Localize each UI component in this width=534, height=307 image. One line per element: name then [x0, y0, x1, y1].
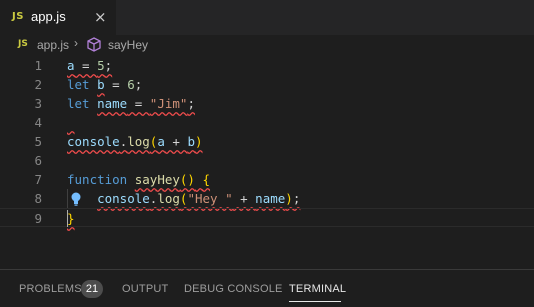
tab-terminal[interactable]: TERMINAL	[289, 283, 346, 295]
line-number: 6	[34, 153, 42, 168]
code-token: =	[104, 77, 128, 92]
code-token: a	[157, 134, 165, 149]
active-tab-indicator	[289, 301, 341, 302]
javascript-file-icon: JS	[18, 39, 28, 49]
tab-problems[interactable]: PROBLEMS	[19, 283, 82, 295]
code-token: name	[255, 191, 286, 206]
line-number: 5	[34, 134, 42, 149]
code-token: )	[194, 134, 203, 149]
code-token: log	[157, 191, 180, 206]
code-editor[interactable]: 1 a = 5; 2 let b = 6; 3 let name = "Jim"; 4 5 c…	[0, 56, 534, 236]
code-token: ()	[179, 172, 195, 187]
code-token: ;	[187, 96, 195, 111]
code-token: log	[127, 134, 150, 149]
code-token: 6	[127, 77, 135, 92]
code-line[interactable]: 3 let name = "Jim";	[0, 94, 534, 113]
code-token: ;	[292, 191, 301, 206]
code-token: =	[127, 96, 150, 111]
code-line[interactable]: 1 a = 5;	[0, 56, 534, 75]
code-text: let name = "Jim";	[67, 94, 195, 113]
line-number: 9	[34, 211, 42, 226]
code-token: {	[202, 172, 211, 187]
line-number: 1	[34, 58, 42, 73]
code-text: function sayHey() {	[67, 170, 210, 189]
code-token: =	[74, 58, 98, 73]
code-token: console	[67, 134, 120, 149]
code-token: 5	[97, 58, 105, 73]
code-token: console	[97, 191, 150, 206]
code-text	[67, 113, 75, 132]
text-cursor	[67, 210, 68, 227]
code-token: +	[164, 134, 188, 149]
breadcrumb: JS app.js › sayHey	[0, 35, 534, 55]
code-line[interactable]: 7 function sayHey() {	[0, 170, 534, 189]
problems-count-badge: 21	[81, 280, 103, 298]
tab-output[interactable]: OUTPUT	[122, 283, 168, 295]
javascript-file-icon: JS	[12, 11, 24, 22]
panel-tab-bar: PROBLEMS 21 OUTPUT DEBUG CONSOLE TERMINA…	[0, 269, 534, 307]
code-line[interactable]: 8 console.log("Hey " + name);	[0, 189, 534, 208]
code-token: a	[67, 58, 75, 73]
code-text: let b = 6;	[67, 75, 142, 94]
code-token: "Jim"	[149, 96, 188, 111]
line-number: 8	[34, 191, 42, 206]
code-token: sayHey	[134, 172, 180, 187]
code-token: name	[97, 96, 128, 111]
code-token: )	[285, 191, 293, 206]
code-token: ;	[104, 58, 113, 73]
line-number: 3	[34, 96, 42, 111]
code-token: b	[187, 134, 195, 149]
code-line[interactable]: 5 console.log(a + b)	[0, 132, 534, 151]
code-text: console.log("Hey " + name);	[67, 189, 300, 208]
breadcrumb-function[interactable]: sayHey	[108, 38, 148, 52]
indent-guide	[67, 189, 68, 208]
editor-tab-bar: JS app.js ×	[0, 0, 534, 35]
code-token: b	[97, 77, 105, 92]
code-line[interactable]: 6	[0, 151, 534, 170]
error-marker	[67, 115, 75, 130]
tab-app-js[interactable]: JS app.js ×	[0, 0, 117, 35]
code-text: console.log(a + b)	[67, 132, 203, 151]
code-line[interactable]: 2 let b = 6;	[0, 75, 534, 94]
code-token: let	[67, 96, 90, 111]
code-token: "Hey "	[187, 191, 233, 206]
breadcrumb-file[interactable]: app.js	[37, 38, 69, 52]
lightbulb-icon[interactable]	[70, 191, 84, 207]
code-token: let	[67, 77, 90, 92]
line-number: 4	[34, 115, 42, 130]
code-line[interactable]: 9}	[0, 208, 534, 227]
code-token: }	[67, 211, 75, 226]
tab-title: app.js	[31, 9, 66, 24]
code-line[interactable]: 4	[0, 113, 534, 132]
chevron-right-icon: ›	[74, 36, 78, 50]
tab-debug-console[interactable]: DEBUG CONSOLE	[184, 283, 283, 295]
code-token: +	[232, 191, 256, 206]
code-token: ;	[134, 77, 143, 92]
close-icon[interactable]: ×	[94, 8, 107, 26]
line-number: 2	[34, 77, 42, 92]
code-text: }	[67, 209, 75, 228]
cube-icon	[87, 37, 101, 55]
line-number: 7	[34, 172, 42, 187]
code-token: function	[67, 172, 128, 187]
code-text: a = 5;	[67, 56, 112, 75]
